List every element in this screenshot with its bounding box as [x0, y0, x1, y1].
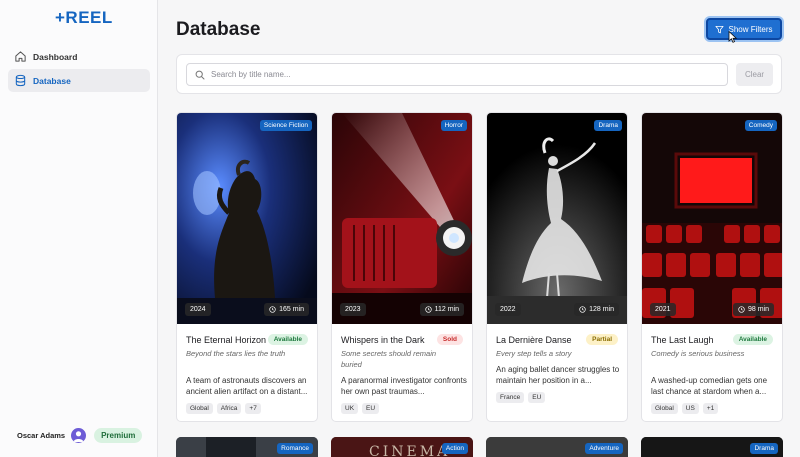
sidebar: +REEL Dashboard Database Oscar Adams Pre… [0, 0, 158, 457]
movie-card[interactable]: Adventure [486, 437, 628, 457]
status-badge: Available [732, 334, 773, 345]
movie-description: An aging ballet dancer struggles to main… [496, 365, 620, 385]
region-tag: UK [341, 403, 359, 414]
genre-badge: Action [441, 443, 468, 454]
year-badge: 2022 [495, 303, 521, 316]
year-badge: 2021 [650, 303, 676, 316]
region-tag-more: +1 [702, 403, 719, 414]
genre-badge: Romance [277, 443, 313, 454]
search-box[interactable] [186, 63, 728, 86]
movie-poster [642, 113, 782, 324]
genre-badge: Comedy [744, 120, 777, 131]
runtime-badge: 128 min [574, 303, 619, 316]
region-tag: EU [362, 403, 380, 414]
show-filters-button[interactable]: Show Filters [706, 18, 782, 40]
sidebar-nav: Dashboard Database [8, 45, 150, 93]
genre-badge: Drama [594, 120, 622, 131]
clock-icon [738, 306, 745, 313]
clear-button[interactable]: Clear [736, 63, 773, 86]
region-tag: EU [528, 392, 546, 403]
region-tag-more: +7 [245, 403, 261, 414]
home-icon [14, 50, 27, 63]
region-tag: Global [651, 403, 678, 414]
region-tag: Global [186, 403, 213, 414]
movie-title: La Dernière Danse [496, 335, 572, 345]
region-tags: Global Africa +7 [186, 403, 265, 414]
runtime-value: 165 min [279, 306, 304, 313]
movie-title: The Last Laugh [651, 335, 714, 345]
year-badge: 2024 [185, 303, 211, 316]
sidebar-item-database[interactable]: Database [8, 69, 150, 92]
region-tag: France [496, 392, 525, 403]
sidebar-item-dashboard[interactable]: Dashboard [8, 45, 150, 68]
status-badge: Available [267, 334, 308, 345]
status-badge: Partial [586, 334, 618, 345]
app-logo[interactable]: +REEL [55, 8, 113, 28]
genre-badge: Drama [750, 443, 778, 454]
sidebar-item-label: Dashboard [33, 51, 78, 62]
movie-description: A washed-up comedian gets one last chanc… [651, 376, 768, 396]
movie-tagline: Beyond the stars lies the truth [186, 349, 286, 358]
user-name: Oscar Adams [17, 431, 66, 440]
clock-icon [579, 306, 586, 313]
movie-card[interactable]: CINEMA Action [331, 437, 473, 457]
genre-badge: Horror [440, 120, 467, 131]
movie-card[interactable]: Comedy 2021 98 min The Last Laugh Availa… [641, 112, 783, 422]
genre-badge: Science Fiction [259, 120, 312, 131]
region-tags: UK EU [341, 403, 383, 414]
filter-icon [715, 25, 724, 34]
movie-title: The Eternal Horizon [186, 335, 267, 345]
region-tags: France EU [496, 392, 549, 403]
clock-icon [269, 306, 276, 313]
runtime-badge: 165 min [264, 303, 309, 316]
movie-card[interactable]: Drama 2022 128 min La Dernière Danse Par… [486, 112, 628, 422]
movie-tagline: Comedy is serious business [651, 349, 745, 358]
runtime-value: 128 min [589, 306, 614, 313]
status-badge: Sold [436, 334, 463, 345]
runtime-value: 98 min [747, 306, 769, 313]
movie-card[interactable]: Drama [641, 437, 783, 457]
plan-badge: Premium [94, 428, 143, 443]
genre-badge: Adventure [585, 443, 623, 454]
region-tags: Global US +1 [651, 403, 722, 414]
movie-description: A team of astronauts discovers an ancien… [186, 376, 308, 396]
movie-poster [177, 113, 317, 324]
sidebar-item-label: Database [33, 75, 71, 86]
movie-card[interactable]: Horror 2023 112 min Whispers in the Dark… [331, 112, 473, 422]
page-title: Database [176, 19, 261, 40]
movie-card[interactable]: Romance [176, 437, 318, 457]
movie-poster [487, 113, 627, 324]
avatar[interactable] [71, 428, 87, 443]
movie-tagline: Every step tells a story [496, 349, 572, 358]
runtime-value: 112 min [434, 306, 459, 313]
movie-title: Whispers in the Dark [341, 335, 425, 345]
clock-icon [424, 306, 432, 313]
search-input[interactable] [211, 70, 711, 79]
runtime-badge: 112 min [419, 303, 464, 316]
movie-description: A paranormal investigator confronts her … [341, 376, 467, 396]
region-tag: US [681, 403, 699, 414]
runtime-badge: 98 min [732, 303, 774, 316]
database-icon [14, 74, 27, 87]
region-tag: Africa [216, 403, 242, 414]
movie-card[interactable]: Science Fiction 2024 165 min The Eternal… [176, 112, 318, 422]
year-badge: 2023 [340, 303, 366, 316]
movie-poster [332, 113, 472, 324]
search-icon [195, 70, 205, 80]
mouse-cursor-icon [728, 31, 738, 43]
search-panel: Clear [176, 54, 782, 94]
poster-text: CINEMA [369, 444, 451, 457]
movie-tagline: Some secrets should remain buried [341, 349, 437, 369]
user-profile[interactable]: Oscar Adams Premium [17, 428, 143, 443]
